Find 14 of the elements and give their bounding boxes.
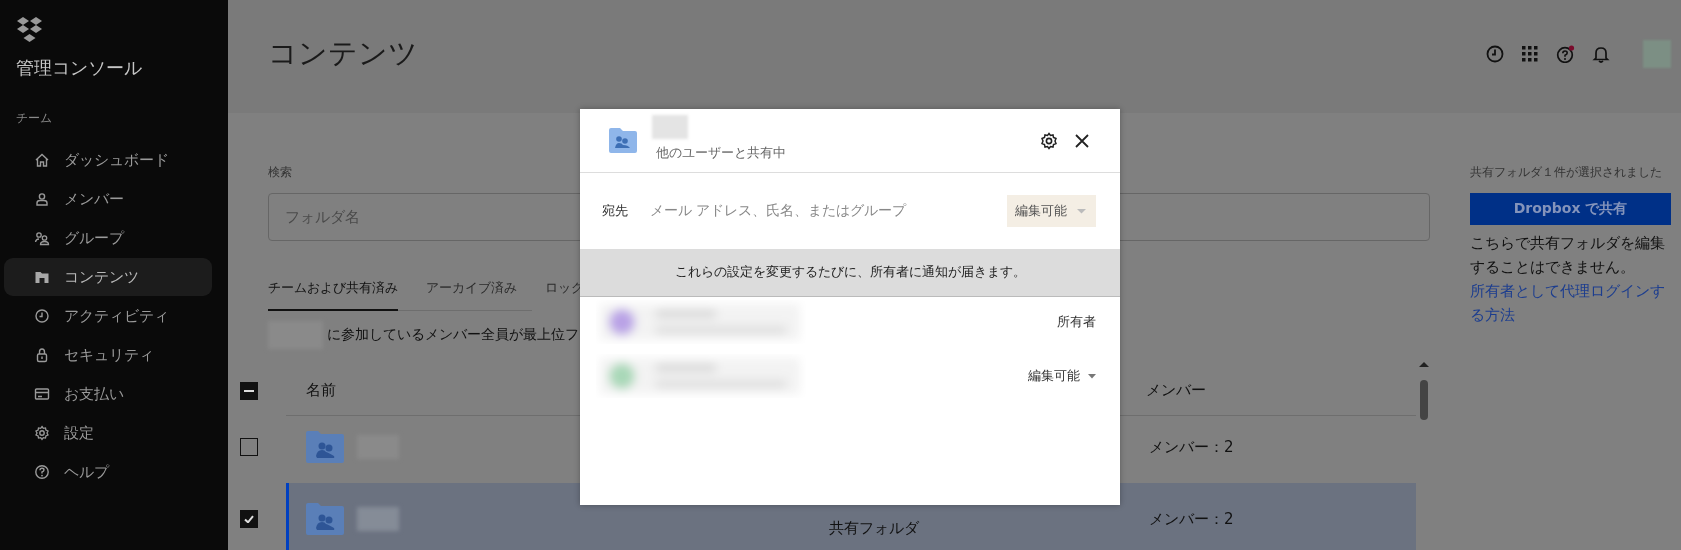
recipient-label: 宛先 bbox=[602, 202, 629, 220]
type-cell: 共有フォルダ bbox=[829, 519, 919, 538]
section-label: チーム bbox=[16, 110, 52, 127]
members-cell: メンバー：2 bbox=[1149, 437, 1234, 457]
search-label: 検索 bbox=[268, 164, 292, 181]
role-label: 所有者 bbox=[1057, 313, 1096, 331]
members-cell: メンバー：2 bbox=[1149, 509, 1234, 529]
share-status: 他のユーザーと共有中 bbox=[656, 144, 786, 162]
notice-text: に参加しているメンバー全員が最上位フ bbox=[327, 326, 579, 344]
selection-status: 共有フォルダ１件が選択されました bbox=[1470, 164, 1662, 181]
notice-banner: これらの設定を変更するたびに、所有者に通知が届きます。 bbox=[580, 249, 1120, 297]
info-text: こちらで共有フォルダを編集することはできません。 所有者として代理ログインする方法 bbox=[1470, 231, 1675, 327]
page-title: コンテンツ bbox=[268, 34, 418, 72]
console-title: 管理コンソール bbox=[16, 56, 142, 80]
